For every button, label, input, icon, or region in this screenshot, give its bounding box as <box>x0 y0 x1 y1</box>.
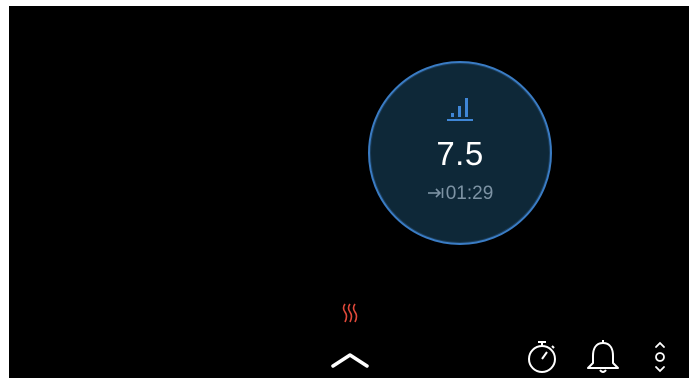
time-to-end-icon <box>427 186 445 200</box>
chevron-up-icon <box>331 353 369 368</box>
remaining-time-value: 01:29 <box>445 183 494 204</box>
power-level-icon <box>445 92 475 122</box>
up-down-arrows-icon <box>655 341 665 373</box>
expand-up-button[interactable] <box>329 346 371 370</box>
stopwatch-icon <box>528 341 556 373</box>
bell-icon <box>587 340 619 373</box>
timer-button[interactable] <box>525 339 559 375</box>
remaining-time: 01:29 <box>370 183 550 205</box>
cooking-zone-dial[interactable]: 7.5 01:29 <box>368 61 552 245</box>
cooktop-screen: 7.5 01:29 <box>9 6 689 378</box>
alarm-button[interactable] <box>584 339 622 375</box>
heating-indicator-icon <box>342 303 358 323</box>
power-level-value: 7.5 <box>436 135 484 172</box>
more-options-button[interactable] <box>649 339 671 375</box>
